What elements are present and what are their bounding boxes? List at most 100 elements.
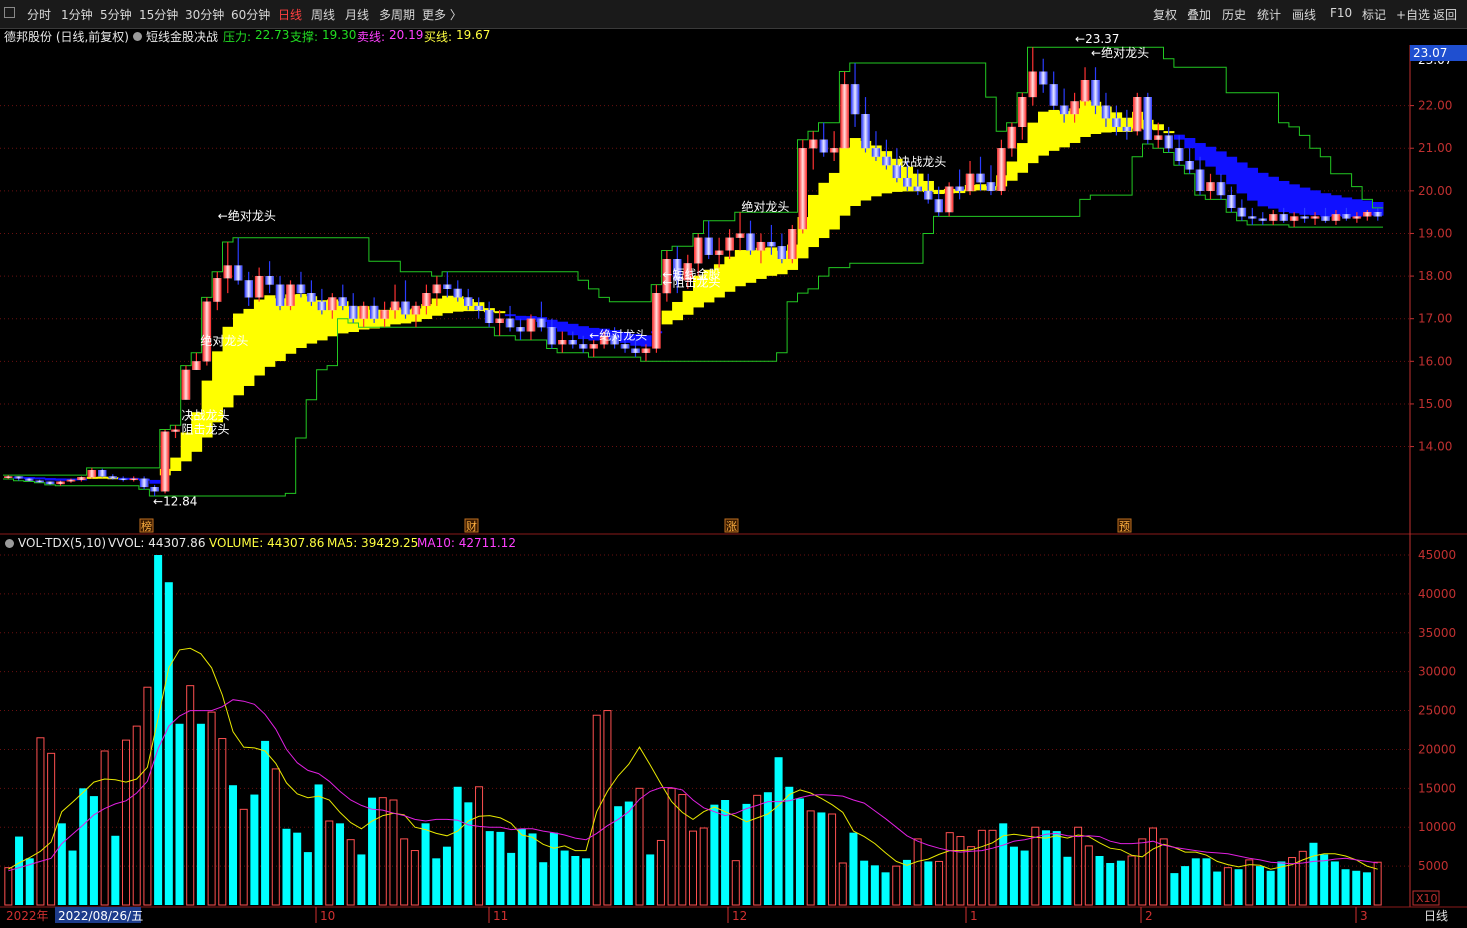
signal-label: 决战龙头 [898, 155, 946, 169]
candle-body [777, 246, 787, 260]
candle [1018, 92, 1027, 140]
volume-bars [4, 555, 1382, 906]
volume-bar [175, 723, 184, 905]
candle-body [1112, 118, 1121, 127]
candle [401, 280, 410, 319]
stock-chart[interactable]: ←12.84决战龙头阻击龙头绝对龙头←绝对龙头←绝对龙头←23.37←绝对龙头←… [0, 0, 1467, 928]
candle-body [401, 301, 410, 315]
ribbon-segment [818, 182, 830, 239]
candle-body [1185, 161, 1194, 170]
candle-body [35, 480, 44, 483]
volume-bar [143, 686, 152, 906]
candle-body [244, 280, 253, 298]
candle [474, 297, 483, 319]
volume-tick-label: 45000 [1418, 548, 1456, 562]
volume-bar [624, 801, 633, 905]
volume-bar [646, 854, 655, 905]
candle [296, 271, 306, 298]
volume-bar [100, 750, 109, 906]
candle [777, 233, 787, 264]
candle-body [1373, 212, 1382, 217]
volume-bar [111, 835, 120, 905]
price-tick-label: 17.00 [1418, 312, 1452, 326]
volume-bar [122, 739, 131, 906]
volume-bar [571, 856, 580, 905]
candle-body [1195, 169, 1205, 191]
candle-body [453, 288, 462, 298]
volume-bar [314, 784, 323, 905]
candle-body [526, 318, 536, 332]
volume-bar [186, 685, 195, 906]
volume-bar [688, 830, 698, 906]
candle [1216, 173, 1226, 200]
candle [986, 165, 996, 196]
candle-body [1363, 212, 1372, 217]
candle [537, 301, 546, 332]
candle [955, 169, 964, 200]
volume-bar [1352, 870, 1361, 905]
volume-bar [635, 787, 644, 906]
volume-bar [400, 838, 409, 906]
candle-body [1279, 214, 1288, 221]
candle [244, 271, 253, 306]
volume-bar [1063, 856, 1072, 905]
time-axis: 2022年 2022/08/26/五 10 11 12 1 2 3 日线 [6, 907, 1448, 923]
candle-body [380, 310, 389, 319]
candle-body [77, 477, 86, 480]
price-tick-label: 18.00 [1418, 269, 1452, 283]
ribbon-segment [557, 321, 569, 332]
period-label: 日线 [1424, 909, 1448, 923]
candle-body [307, 293, 316, 302]
volume-bar [1052, 831, 1061, 905]
candle [171, 425, 180, 439]
volume-tick-label: 40000 [1418, 587, 1456, 601]
volume-bar [1266, 870, 1275, 905]
candle [181, 365, 191, 400]
ribbon-segment [849, 138, 861, 206]
volume-bar [528, 833, 537, 905]
candle-body [547, 327, 557, 345]
candle-body [934, 199, 943, 213]
volume-bar [582, 858, 591, 905]
volume-bar [303, 852, 312, 905]
ribbon-segment [745, 250, 757, 283]
candle [1007, 122, 1017, 157]
candle [1269, 210, 1278, 225]
candle-body [1269, 214, 1278, 221]
price-tick-label: 21.00 [1418, 141, 1452, 155]
candle [558, 331, 567, 353]
candle-body [1122, 126, 1132, 132]
candle-body [484, 310, 494, 323]
candle-body [87, 470, 97, 478]
candle [484, 301, 494, 328]
ribbon-segment [180, 432, 192, 462]
candle [1080, 67, 1090, 106]
candle-body [516, 327, 525, 332]
volume-bar [389, 799, 398, 906]
ribbon-segment [839, 147, 851, 216]
candle-body [275, 284, 285, 306]
volume-bar [79, 788, 88, 905]
ribbon-segment [233, 313, 244, 396]
candle [286, 280, 295, 311]
candle-body [1018, 97, 1027, 127]
candle [1133, 92, 1142, 136]
ribbon-segment [1006, 161, 1018, 181]
candle-body [474, 305, 483, 311]
volume-bar [592, 714, 601, 906]
signal-label: ←绝对龙头 [1091, 45, 1149, 60]
candle-body [181, 369, 191, 400]
price-tick-label: 16.00 [1418, 354, 1452, 368]
volume-bar [977, 829, 986, 906]
volume-bar [1159, 838, 1168, 906]
candle [840, 71, 849, 149]
candle-body [997, 148, 1006, 191]
volume-settings-icon[interactable] [5, 539, 14, 548]
ribbon-segment [828, 172, 840, 230]
candle-body [1080, 80, 1090, 102]
candle-body [1321, 216, 1330, 221]
candle [234, 237, 243, 285]
candle-body [788, 229, 797, 260]
candle-body [1206, 182, 1215, 191]
candle [1195, 156, 1205, 196]
